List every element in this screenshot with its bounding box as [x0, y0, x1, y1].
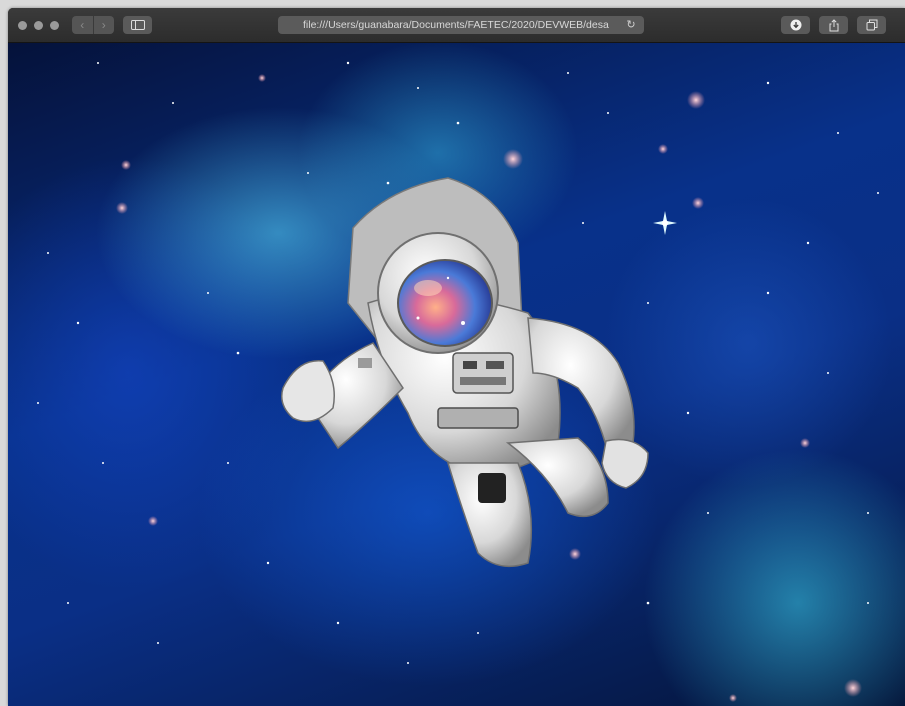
back-button[interactable]: ‹ [72, 16, 93, 34]
share-icon [829, 18, 838, 31]
minimize-window-button[interactable] [34, 21, 43, 30]
browser-window: ‹ › file:///Users/guanabara/Documents/FA… [8, 8, 905, 706]
browser-toolbar: ‹ › file:///Users/guanabara/Documents/FA… [8, 8, 905, 43]
downloads-button[interactable] [781, 16, 810, 34]
history-navigation: ‹ › [72, 16, 114, 34]
sidebar-icon [130, 20, 145, 30]
page-content [8, 43, 905, 706]
address-bar-url[interactable]: file:///Users/guanabara/Documents/FAETEC… [303, 19, 625, 31]
address-bar[interactable]: file:///Users/guanabara/Documents/FAETEC… [278, 16, 644, 34]
show-sidebar-button[interactable] [123, 16, 152, 34]
reload-icon: ↻ [626, 19, 636, 31]
tabs-overview-icon [866, 19, 877, 31]
zoom-window-button[interactable] [50, 21, 59, 30]
download-icon [790, 19, 801, 31]
reload-button[interactable]: ↻ [624, 18, 638, 32]
astronaut-image [281, 177, 649, 568]
close-window-button[interactable] [18, 21, 27, 30]
forward-button[interactable]: › [92, 16, 115, 34]
chevron-left-icon: ‹ [80, 18, 85, 32]
tab-overview-button[interactable] [857, 16, 886, 34]
chevron-right-icon: › [101, 18, 106, 32]
share-button[interactable] [819, 16, 848, 34]
